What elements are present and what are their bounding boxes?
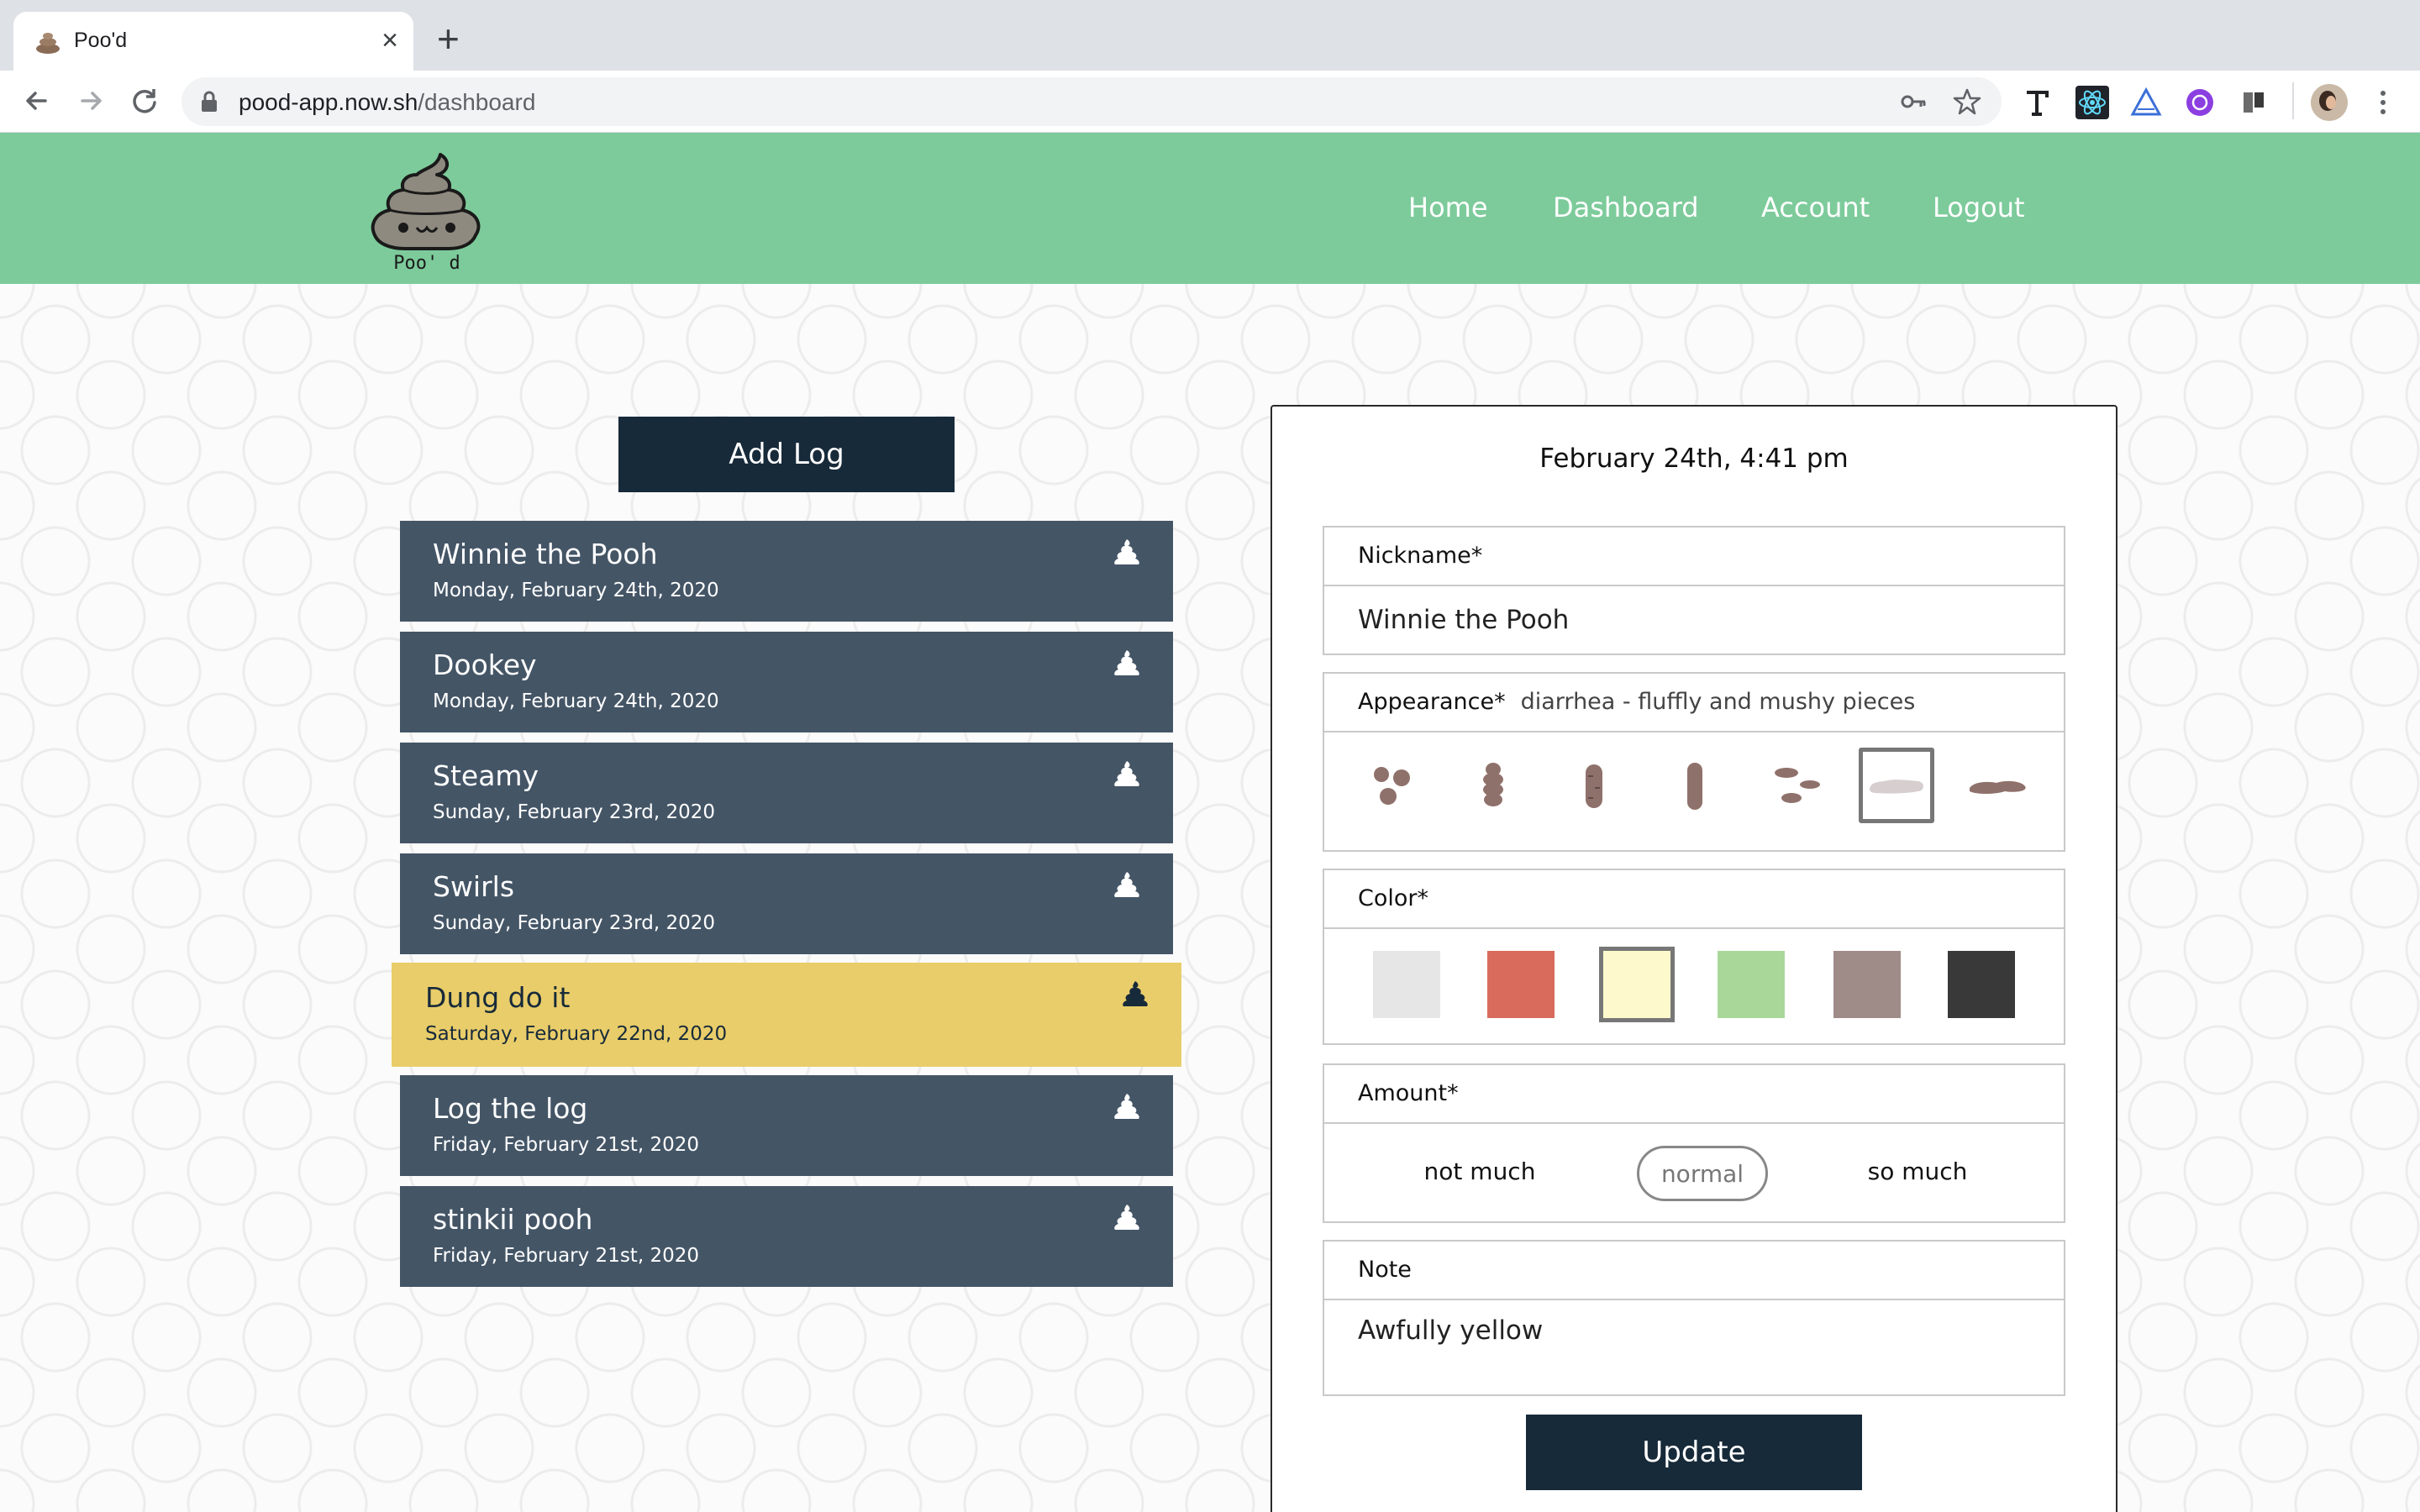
logo-text: Poo' d [393, 253, 460, 274]
log-date: Monday, February 24th, 2020 [433, 690, 719, 712]
forward-arrow-icon[interactable] [71, 81, 111, 121]
watery-shape-icon[interactable] [1960, 748, 2035, 823]
poop-icon [1114, 761, 1139, 786]
log-list-item[interactable]: Dookey Monday, February 24th, 2020 [400, 632, 1173, 732]
app-header: Poo' d Home Dashboard Account Logout [0, 133, 2420, 284]
amount-option-not-much[interactable]: not much [1400, 1146, 1560, 1201]
key-icon[interactable] [1899, 87, 1928, 116]
close-tab-icon[interactable]: × [381, 24, 398, 57]
log-date: Sunday, February 23rd, 2020 [433, 912, 715, 934]
color-swatch-green[interactable] [1718, 951, 1785, 1018]
log-date: Friday, February 21st, 2020 [433, 1245, 699, 1267]
nav-home-link[interactable]: Home [1408, 192, 1488, 223]
lumpy-sausage-shape-icon[interactable] [1455, 748, 1531, 823]
note-field: Note Awfully yellow [1323, 1240, 2065, 1396]
amount-label: Amount* [1324, 1065, 2064, 1124]
fluffy-mushy-shape-icon[interactable] [1859, 748, 1934, 823]
log-list-item[interactable]: Winnie the Pooh Monday, February 24th, 2… [400, 521, 1173, 622]
poop-icon [1114, 539, 1139, 564]
add-log-button[interactable]: Add Log [618, 417, 955, 492]
note-input[interactable]: Awfully yellow [1358, 1315, 1543, 1346]
more-vert-icon[interactable] [2366, 86, 2400, 119]
color-swatch-grey[interactable] [1373, 951, 1440, 1018]
appearance-header: Appearance* diarrhea - fluffly and mushy … [1324, 674, 2064, 732]
log-name: stinkii pooh [433, 1203, 593, 1236]
log-name: Steamy [433, 759, 539, 792]
update-button[interactable]: Update [1526, 1415, 1862, 1490]
log-datetime: February 24th, 4:41 pm [1539, 444, 1849, 474]
address-bar[interactable]: pood-app.now.sh/dashboard [182, 77, 2002, 126]
reload-icon[interactable] [124, 81, 165, 121]
poop-icon [1114, 872, 1139, 897]
poop-favicon-icon [36, 33, 60, 54]
log-name: Swirls [433, 870, 515, 903]
color-label: Color* [1324, 870, 2064, 929]
log-date: Monday, February 24th, 2020 [433, 580, 719, 601]
new-tab-icon[interactable]: + [437, 19, 460, 58]
color-field: Color* [1323, 869, 2065, 1045]
log-list-item[interactable]: Swirls Sunday, February 23rd, 2020 [400, 853, 1173, 954]
tab-title: Poo'd [74, 29, 128, 52]
browser-toolbar: pood-app.now.sh/dashboard [0, 71, 2420, 133]
log-list-item[interactable]: Steamy Sunday, February 23rd, 2020 [400, 743, 1173, 843]
appearance-value: diarrhea - fluffly and mushy pieces [1520, 689, 1916, 715]
purple-extension-icon[interactable] [2183, 86, 2217, 119]
log-detail-panel: February 24th, 4:41 pm Nickname* Winnie … [1270, 405, 2118, 1512]
poop-icon [1114, 1094, 1139, 1119]
typography-extension-icon[interactable] [2022, 86, 2055, 119]
color-swatch-black[interactable] [1948, 951, 2015, 1018]
cracked-sausage-shape-icon[interactable] [1556, 748, 1632, 823]
amount-field: Amount* not much normal so much [1323, 1063, 2065, 1223]
appearance-label: Appearance* [1358, 689, 1506, 715]
nav-dashboard-link[interactable]: Dashboard [1553, 192, 1699, 223]
dark-extension-icon[interactable] [2237, 86, 2270, 119]
toolbar-divider [2292, 82, 2294, 119]
poop-icon [1114, 650, 1139, 675]
log-date: Sunday, February 23rd, 2020 [433, 801, 715, 823]
url-text: pood-app.now.sh/dashboard [239, 89, 536, 115]
browser-tab[interactable]: Poo'd × [13, 12, 413, 71]
appearance-field: Appearance* diarrhea - fluffly and mushy … [1323, 672, 2065, 852]
log-list-item-selected[interactable]: Dung do it Saturday, February 22nd, 2020 [392, 963, 1181, 1067]
log-date: Friday, February 21st, 2020 [433, 1134, 699, 1156]
poop-icon [1123, 981, 1148, 1006]
star-icon[interactable] [1953, 87, 1981, 116]
separate-lumps-shape-icon[interactable] [1355, 748, 1430, 823]
log-list-item[interactable]: stinkii pooh Friday, February 21st, 2020 [400, 1186, 1173, 1287]
nav-account-link[interactable]: Account [1761, 192, 1870, 223]
browser-tab-bar: Poo'd × + [0, 0, 2420, 71]
react-devtools-icon[interactable] [2075, 86, 2109, 119]
nav-logout-link[interactable]: Logout [1933, 192, 2025, 223]
poop-logo-icon[interactable]: Poo' d [365, 143, 489, 274]
nickname-field: Nickname* Winnie the Pooh [1323, 526, 2065, 655]
note-label: Note [1324, 1242, 2064, 1300]
lock-icon [202, 91, 217, 112]
log-date: Saturday, February 22nd, 2020 [425, 1023, 728, 1045]
back-arrow-icon[interactable] [17, 81, 57, 121]
amount-option-normal[interactable]: normal [1637, 1146, 1768, 1201]
log-name: Dung do it [425, 981, 571, 1014]
nickname-label: Nickname* [1324, 528, 2064, 586]
color-swatch-red[interactable] [1487, 951, 1555, 1018]
smooth-sausage-shape-icon[interactable] [1657, 748, 1733, 823]
log-name: Log the log [433, 1092, 588, 1125]
log-name: Dookey [433, 648, 537, 681]
log-list-item[interactable]: Log the log Friday, February 21st, 2020 [400, 1075, 1173, 1176]
nickname-input[interactable]: Winnie the Pooh [1358, 605, 1569, 635]
poop-icon [1114, 1205, 1139, 1230]
amount-option-so-much[interactable]: so much [1842, 1146, 1993, 1201]
triangle-extension-icon[interactable] [2129, 86, 2163, 119]
profile-avatar[interactable] [2311, 84, 2348, 121]
log-name: Winnie the Pooh [433, 538, 658, 570]
color-swatch-brown[interactable] [1833, 951, 1901, 1018]
color-swatch-yellow[interactable] [1599, 947, 1675, 1022]
soft-blobs-shape-icon[interactable] [1758, 748, 1833, 823]
